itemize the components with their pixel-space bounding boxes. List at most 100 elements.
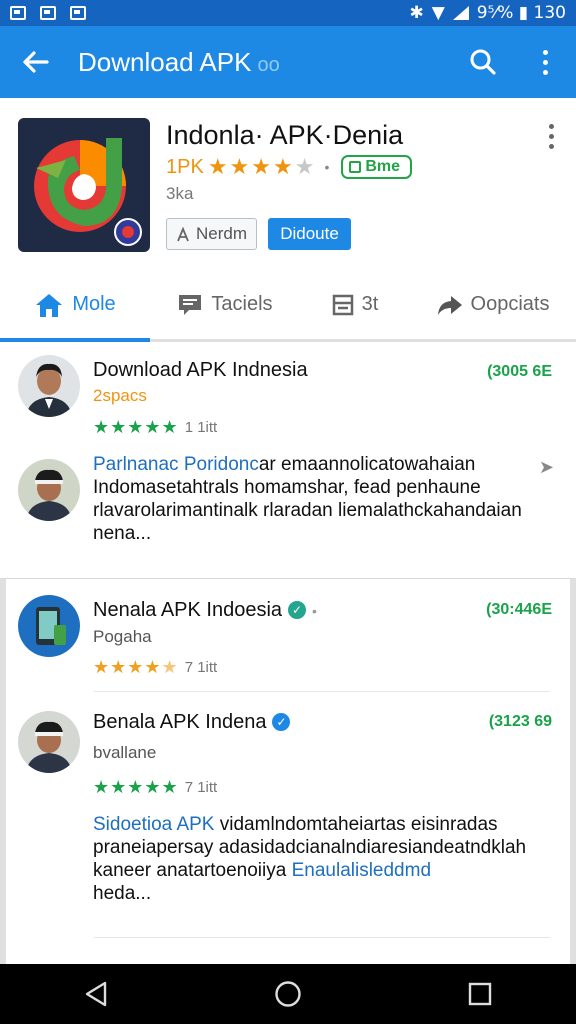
tab-mole[interactable]: Mole (0, 270, 150, 342)
app-size: 3ka (166, 184, 194, 203)
review-rating: ★★★★★ 7 1itt (93, 777, 217, 798)
status-system: ✱ ▼ 9⁵⁄% ▮ 130 (409, 3, 566, 23)
review-subtitle: 2spacs (93, 386, 147, 405)
review-author-link[interactable]: Sidoetioa APK (93, 814, 214, 835)
separator-dot: • (324, 159, 330, 175)
wifi-icon: ▼ (431, 3, 445, 23)
tab-label: Mole (72, 293, 116, 315)
avatar (18, 459, 80, 521)
tab-bar: Mole Taciels 3t Oopciats (0, 270, 576, 342)
avatar (18, 595, 80, 657)
review-subtitle: Pogaha (93, 627, 152, 646)
page-title-suffix: oo (257, 53, 280, 76)
separator-dot: • (312, 603, 317, 619)
verified-icon: ✓ (272, 713, 291, 731)
review-rating: ★★★★★ 1 1itt (93, 417, 217, 438)
system-nav-bar (0, 964, 576, 1024)
status-bar: ✱ ▼ 9⁵⁄% ▮ 130 (0, 0, 576, 26)
more-vert-icon (542, 49, 548, 75)
review-text-line: vidamlndomtaheiartas eisinradas (219, 814, 498, 835)
list-icon (332, 294, 353, 315)
review-text-line: rlavarolarimantinalk rlaradan liemalathc… (93, 500, 522, 521)
secondary-button-label: Nerdm (195, 224, 247, 243)
store-icon (349, 161, 362, 173)
app-name: Indonla· APK·Denia (166, 120, 404, 150)
review-link[interactable]: Enaulalisleddmd (292, 860, 431, 881)
circle-home-icon (275, 981, 301, 1007)
review-text-line: praneiapersay adasidadcianalndiaresiande… (93, 837, 527, 858)
review-count: 7 1itt (184, 659, 218, 676)
rating-stars: ★★★★★ (93, 417, 179, 437)
divider (94, 691, 550, 692)
review-title[interactable]: Benala APK Indena ✓ (93, 711, 291, 734)
review-title-text: Benala APK Indena (93, 711, 267, 733)
overflow-menu-button[interactable] (514, 26, 576, 98)
review-rating: ★★★★★ 7 1itt (93, 657, 217, 678)
review-read-more[interactable]: nena... (93, 522, 522, 545)
review-card: Download APK Indnesia 2spacs ★★★★★ 1 1it… (0, 345, 576, 575)
app-rating: 1PK ★★★★★ • Bme (166, 154, 413, 180)
search-icon (470, 49, 496, 75)
nav-home-button[interactable] (248, 964, 328, 1024)
tab-taciels[interactable]: Taciels (150, 270, 300, 339)
home-icon (36, 293, 63, 317)
gallery-notification-icon (40, 6, 56, 20)
image-notification-icon (10, 6, 26, 20)
nav-recents-button[interactable] (440, 964, 520, 1024)
chevron-right-icon[interactable]: ➤ (539, 457, 554, 478)
review-count: 1 1itt (184, 419, 218, 436)
review-count: 7 1itt (184, 779, 218, 796)
app-bar: Download APK oo (0, 26, 576, 98)
arrow-back-icon (23, 51, 49, 73)
review-badge: (3123 69 (488, 713, 552, 730)
tab-label: 3t (361, 293, 379, 315)
review-text-line: kaneer anatartoenoiiya (93, 860, 287, 881)
review-title[interactable]: Download APK Indnesia (93, 359, 308, 382)
secondary-button[interactable]: Nerdm (166, 218, 257, 250)
photo-notification-icon (70, 6, 86, 20)
status-notifications (10, 6, 86, 20)
avatar (18, 355, 80, 417)
review-subtitle: bvallane (93, 743, 157, 762)
search-button[interactable] (452, 26, 514, 98)
rating-stars: ★★★★★ (93, 657, 179, 677)
primary-button[interactable]: Didoute (268, 218, 351, 250)
signal-icon (452, 6, 469, 20)
review-title-text: Nenala APK Indoesia (93, 599, 283, 621)
review-badge: (30:446E (486, 601, 552, 618)
review-title[interactable]: Nenala APK Indoesia ✓ • (93, 599, 317, 622)
review-read-more[interactable]: heda... (93, 882, 526, 905)
page-title-text: Download APK (78, 46, 252, 77)
app-header: Indonla· APK·Denia 1PK ★★★★★ • Bme 3ka N… (0, 98, 576, 270)
review-body: Sidoetioa APK vidamlndomtaheiartas eisin… (93, 813, 526, 905)
review-text-line: ar emaannolicatowahaian (258, 454, 476, 475)
store-badge: Bme (341, 155, 413, 179)
chat-icon (179, 294, 202, 315)
divider (94, 937, 550, 938)
rating-text: 1PK (166, 155, 204, 178)
person-icon (177, 226, 189, 242)
review-text-line: Indomasetahtrals homamshar, fead penhaun… (93, 477, 481, 498)
tab-oopciats[interactable]: Oopciats (410, 270, 576, 339)
tab-3t[interactable]: 3t (300, 270, 410, 339)
bluetooth-icon: ✱ (409, 3, 424, 23)
review-body: Parlnanac Poridoncar emaannolicatowahaia… (93, 453, 522, 545)
triangle-back-icon (85, 981, 107, 1007)
review-author-link[interactable]: Parlnanac Poridonc (93, 454, 259, 475)
status-right-text: 9⁵⁄% ▮ 130 (476, 3, 566, 23)
verified-icon: ✓ (288, 601, 307, 619)
nav-back-button[interactable] (56, 964, 136, 1024)
share-icon (437, 295, 462, 315)
tab-label: Oopciats (470, 293, 550, 315)
tab-label: Taciels (211, 293, 273, 315)
rating-stars: ★★★★★ (207, 154, 317, 179)
screen: ✱ ▼ 9⁵⁄% ▮ 130 Download APK oo Indonla· … (0, 0, 576, 1024)
app-logo (18, 118, 150, 252)
page-title: Download APK oo (70, 47, 452, 78)
review-card: Nenala APK Indoesia ✓ • Pogaha ★★★★★ 7 1it… (0, 578, 576, 964)
back-button[interactable] (0, 26, 70, 98)
avatar (18, 711, 80, 773)
review-badge: (3005 6E (487, 363, 552, 380)
more-vert-icon[interactable] (549, 124, 554, 149)
square-recents-icon (468, 982, 492, 1006)
